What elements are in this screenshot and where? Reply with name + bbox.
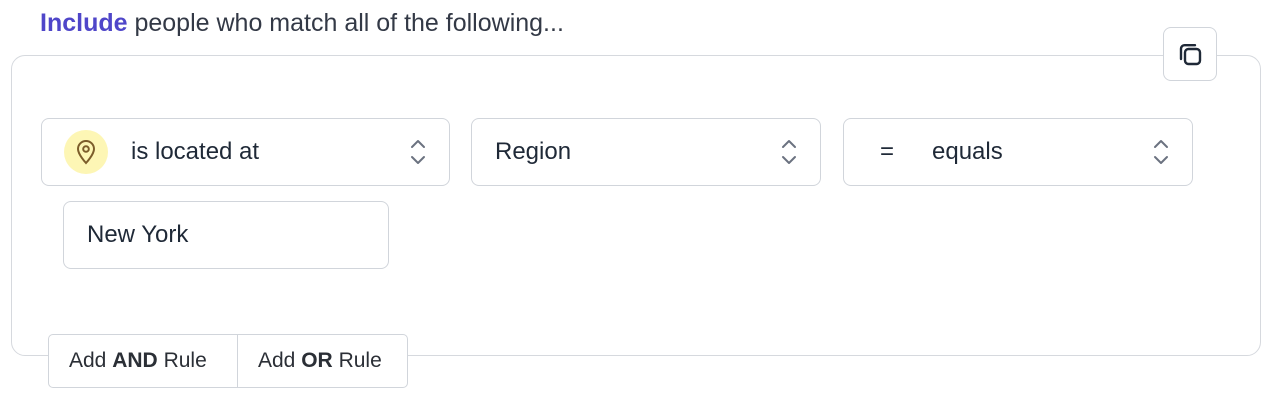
chevron-up-down-icon (780, 137, 798, 167)
group-heading-text: people who match all of the following... (134, 9, 564, 37)
group-heading: Include people who match all of the foll… (40, 6, 564, 40)
field-select[interactable]: Region (471, 118, 821, 186)
value-input[interactable] (63, 201, 389, 269)
condition-label: is located at (131, 138, 260, 165)
add-rule-button-group: Add AND Rule Add OR Rule (48, 334, 408, 388)
map-pin-badge (64, 130, 108, 174)
add-or-suffix: Rule (338, 349, 382, 372)
copy-group-button[interactable] (1163, 27, 1217, 81)
condition-select[interactable]: is located at (41, 118, 450, 186)
map-pin-icon (76, 140, 96, 165)
add-or-prefix: Add (258, 349, 296, 372)
operator-label: equals (932, 138, 1003, 165)
operator-select[interactable]: = equals (843, 118, 1193, 186)
chevron-up-down-icon (1152, 137, 1170, 167)
add-or-keyword: OR (301, 349, 333, 372)
include-mode-label[interactable]: Include (40, 9, 128, 37)
add-or-rule-button[interactable]: Add OR Rule (237, 335, 407, 387)
add-and-suffix: Rule (163, 349, 207, 372)
field-label: Region (495, 138, 572, 165)
chevron-up-down-icon (409, 137, 427, 167)
add-and-prefix: Add (69, 349, 107, 372)
operator-symbol: = (880, 138, 895, 165)
copy-icon (1179, 44, 1202, 66)
add-and-keyword: AND (112, 349, 158, 372)
add-and-rule-button[interactable]: Add AND Rule (49, 335, 237, 387)
audience-rule-builder: Include people who match all of the foll… (0, 0, 1281, 400)
